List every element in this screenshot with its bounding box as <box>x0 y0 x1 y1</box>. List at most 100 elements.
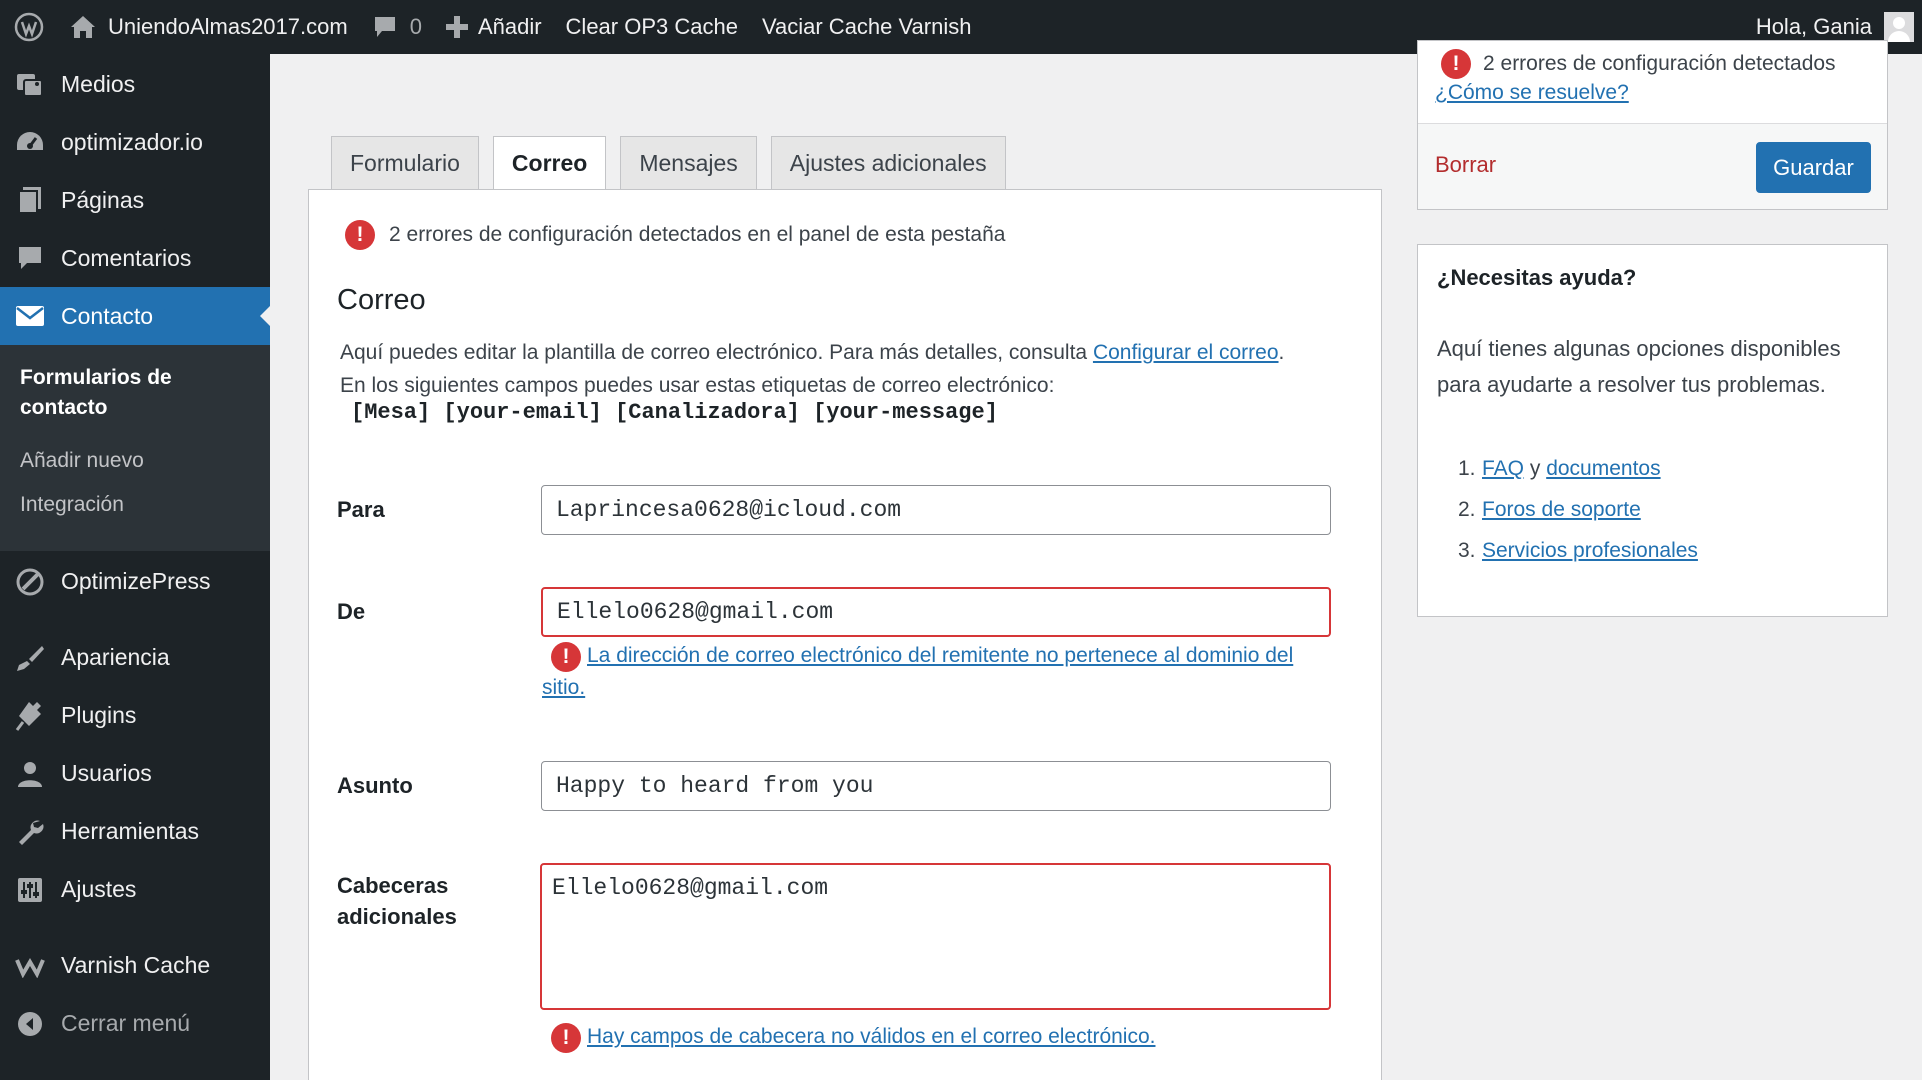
comments-count: 0 <box>409 14 422 39</box>
my-account-menu[interactable]: Hola, Gania <box>1756 12 1922 42</box>
site-name: UniendoAlmas2017.com <box>108 14 348 39</box>
delete-button[interactable]: Borrar <box>1435 152 1496 178</box>
how-to-fix-link[interactable]: ¿Cómo se resuelve? <box>1435 81 1629 105</box>
headers-error: ! Hay campos de cabecera no válidos en e… <box>551 1021 1341 1053</box>
subject-label: Asunto <box>337 773 413 798</box>
headers-label-line: Cabeceras <box>337 873 449 898</box>
clear-op3-cache-link[interactable]: Clear OP3 Cache <box>554 0 750 54</box>
error-icon: ! <box>551 642 581 672</box>
add-new-menu[interactable]: Añadir <box>434 0 554 54</box>
tab-mensajes[interactable]: Mensajes <box>620 136 757 189</box>
submenu-add-new[interactable]: Añadir nuevo <box>0 434 270 488</box>
media-icon <box>14 68 46 100</box>
varnish-cache-link[interactable]: Vaciar Cache Varnish <box>750 0 984 54</box>
collapse-menu-icon <box>14 1008 46 1040</box>
comments-icon <box>14 242 46 274</box>
tools-wrench-icon <box>14 816 46 848</box>
menu-item-contacto[interactable]: Contacto <box>0 287 270 345</box>
pages-icon <box>14 184 46 216</box>
menu-item-paginas[interactable]: Páginas <box>0 171 270 229</box>
to-label: Para <box>337 497 385 522</box>
home-icon <box>71 16 95 38</box>
submenu-integration[interactable]: Integración <box>0 488 270 532</box>
docs-link[interactable]: documentos <box>1546 457 1660 498</box>
plus-icon <box>445 16 468 38</box>
headers-error-link[interactable]: Hay campos de cabecera no válidos en el … <box>542 1021 1341 1053</box>
menu-label: OptimizePress <box>61 568 211 595</box>
description-text: Aquí puedes editar la plantilla de corre… <box>340 341 1093 364</box>
from-label: De <box>337 599 366 624</box>
settings-sliders-icon <box>14 874 46 906</box>
collapse-menu-button[interactable]: Cerrar menú <box>0 995 270 1053</box>
description-text: . <box>1278 341 1285 364</box>
publish-box: ! 2 errores de configuración detectados … <box>1417 40 1888 210</box>
menu-label: Medios <box>61 70 136 97</box>
menu-label: Herramientas <box>61 818 200 845</box>
avatar <box>1884 12 1914 42</box>
wordpress-logo-icon[interactable] <box>0 0 58 54</box>
contact-submenu: Formularios de contacto Añadir nuevo Int… <box>0 345 270 551</box>
from-error: ! La dirección de correo electrónico del… <box>542 640 1341 704</box>
menu-label: Ajustes <box>61 876 137 903</box>
help-box: ¿Necesitas ayuda? Aquí tienes algunas op… <box>1417 244 1888 617</box>
help-text: Aquí tienes algunas opciones disponibles… <box>1437 336 1841 397</box>
list-number: 2. <box>1458 498 1476 521</box>
menu-label: Cerrar menú <box>61 1010 191 1037</box>
publish-actions: Borrar Guardar <box>1418 123 1887 209</box>
menu-item-apariencia[interactable]: Apariencia <box>0 629 270 687</box>
menu-item-optimizepress[interactable]: OptimizePress <box>0 553 270 611</box>
menu-item-optimizador[interactable]: optimizador.io <box>0 113 270 171</box>
menu-item-herramientas[interactable]: Herramientas <box>0 803 270 861</box>
configure-mail-link[interactable]: Configurar el correo <box>1093 341 1279 364</box>
admin-sidebar: Medios optimizador.io Páginas Comentario… <box>0 54 270 1080</box>
appearance-brush-icon <box>14 642 46 674</box>
error-icon: ! <box>1441 49 1471 79</box>
publish-errors-notice: ! 2 errores de configuración detectados <box>1441 49 1836 79</box>
menu-item-ajustes[interactable]: Ajustes <box>0 861 270 919</box>
menu-item-usuarios[interactable]: Usuarios <box>0 745 270 803</box>
menu-label: Páginas <box>61 186 145 213</box>
tab-ajustes-adicionales[interactable]: Ajustes adicionales <box>770 136 1006 189</box>
error-icon: ! <box>551 1023 581 1053</box>
subject-field[interactable] <box>541 761 1331 811</box>
additional-headers-field[interactable]: Ellelo0628@gmail.com <box>540 863 1331 1010</box>
from-field[interactable] <box>541 587 1331 637</box>
menu-label: Comentarios <box>61 244 192 271</box>
comment-bubble-icon <box>374 17 395 37</box>
tab-formulario[interactable]: Formulario <box>331 136 479 189</box>
save-button[interactable]: Guardar <box>1756 142 1871 193</box>
headers-label-line: adicionales <box>337 904 457 929</box>
section-title: Correo <box>337 284 426 316</box>
site-name-link[interactable]: UniendoAlmas2017.com <box>58 0 360 54</box>
professional-services-link[interactable]: Servicios profesionales <box>1482 539 1698 580</box>
faq-link[interactable]: FAQ <box>1482 457 1524 498</box>
plugins-icon <box>14 700 46 732</box>
envelope-icon <box>14 300 46 332</box>
list-item: 1. FAQ y documentos <box>1458 457 1698 498</box>
menu-label: optimizador.io <box>61 128 203 155</box>
support-forums-link[interactable]: Foros de soporte <box>1482 498 1641 539</box>
comments-link[interactable]: 0 <box>360 0 434 54</box>
menu-item-varnish-cache[interactable]: Varnish Cache <box>0 937 270 995</box>
dashboard-gauge-icon <box>14 126 46 158</box>
error-icon: ! <box>345 220 375 250</box>
menu-item-plugins[interactable]: Plugins <box>0 687 270 745</box>
submenu-contact-forms[interactable]: Formularios de contacto <box>0 353 270 434</box>
mail-tags[interactable]: [Mesa] [your-email] [Canalizadora] [your… <box>351 400 998 425</box>
mail-panel: ! 2 errores de configuración detectados … <box>308 189 1382 1080</box>
menu-label: Contacto <box>61 302 154 329</box>
menu-label: Apariencia <box>61 644 170 671</box>
description-text: En los siguientes campos puedes usar est… <box>340 374 1055 397</box>
tab-correo[interactable]: Correo <box>492 136 607 190</box>
publish-errors-text: 2 errores de configuración detectados <box>1483 52 1836 75</box>
menu-label: Varnish Cache <box>61 952 211 979</box>
menu-item-medios[interactable]: Medios <box>0 55 270 113</box>
from-error-link[interactable]: La dirección de correo electrónico del r… <box>542 640 1341 704</box>
users-icon <box>14 758 46 790</box>
to-field[interactable] <box>541 485 1331 535</box>
menu-item-comentarios[interactable]: Comentarios <box>0 229 270 287</box>
mail-description: Aquí puedes editar la plantilla de corre… <box>340 336 1360 402</box>
list-number: 1. <box>1458 457 1476 480</box>
greeting: Hola, Gania <box>1755 14 1872 39</box>
menu-label: Usuarios <box>61 760 152 787</box>
